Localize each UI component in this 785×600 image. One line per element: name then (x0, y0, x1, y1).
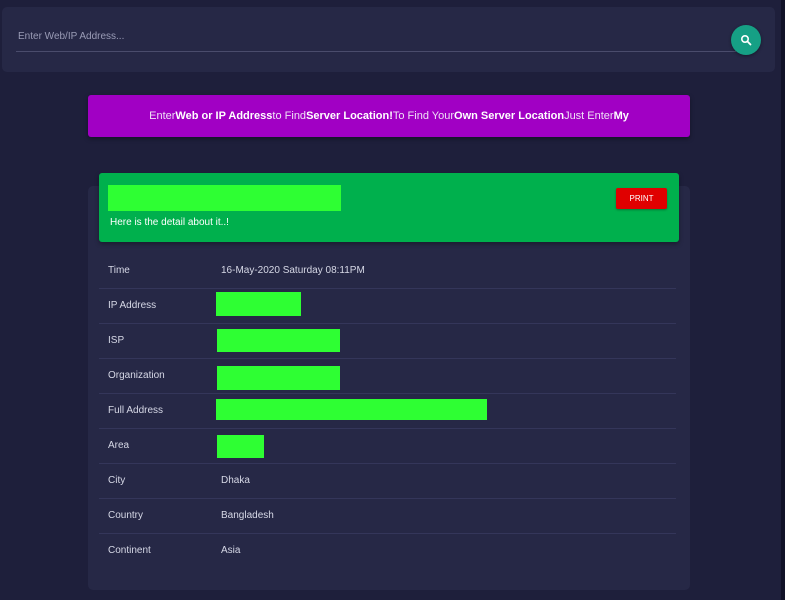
row-label: City (108, 475, 126, 486)
row-value: Dhaka (221, 475, 250, 486)
row-label: IP Address (108, 300, 157, 311)
banner-text-4: Just Enter (564, 110, 614, 122)
banner-text-2: to Find (272, 110, 307, 122)
banner-bold-3: Own Server Location (454, 110, 565, 122)
redacted-value (217, 435, 264, 458)
redacted-value (217, 329, 340, 352)
table-row: Full Address (99, 393, 676, 429)
row-label: ISP (108, 335, 125, 346)
banner-bold-1: Web or IP Address (175, 110, 273, 122)
row-value: 16-May-2020 Saturday 08:11PM (221, 265, 365, 276)
row-label: Time (108, 265, 130, 276)
table-row: Organization (99, 358, 676, 394)
info-banner: Enter Web or IP Address to Find Server L… (88, 95, 690, 137)
table-row: Continent Asia (99, 533, 676, 568)
banner-bold-2: Server Location! (306, 110, 393, 122)
row-label: Continent (108, 545, 151, 556)
table-row: City Dhaka (99, 463, 676, 499)
table-row: Time 16-May-2020 Saturday 08:11PM (99, 253, 676, 289)
search-card (2, 7, 775, 72)
details-header: Here is the detail about it..! PRINT (99, 173, 679, 242)
table-row: Country Bangladesh (99, 498, 676, 534)
row-label: Full Address (108, 405, 164, 416)
row-value: Bangladesh (221, 510, 274, 521)
row-label: Organization (108, 370, 165, 381)
banner-text-1: Enter (149, 110, 176, 122)
table-row: Area (99, 428, 676, 464)
redacted-title (108, 185, 341, 211)
table-row: IP Address (99, 288, 676, 324)
redacted-value (216, 399, 487, 420)
banner-bold-4: My (613, 110, 629, 122)
search-input[interactable] (16, 21, 736, 52)
window-edge (781, 0, 785, 600)
details-subtitle: Here is the detail about it..! (110, 217, 229, 228)
search-button[interactable] (731, 25, 761, 55)
table-row: ISP (99, 323, 676, 359)
redacted-value (217, 366, 340, 390)
redacted-value (216, 292, 301, 316)
banner-text-3: To Find Your (392, 110, 455, 122)
row-label: Country (108, 510, 144, 521)
row-label: Area (108, 440, 130, 451)
row-value: Asia (221, 545, 241, 556)
search-icon (740, 34, 752, 46)
print-button[interactable]: PRINT (616, 188, 667, 209)
